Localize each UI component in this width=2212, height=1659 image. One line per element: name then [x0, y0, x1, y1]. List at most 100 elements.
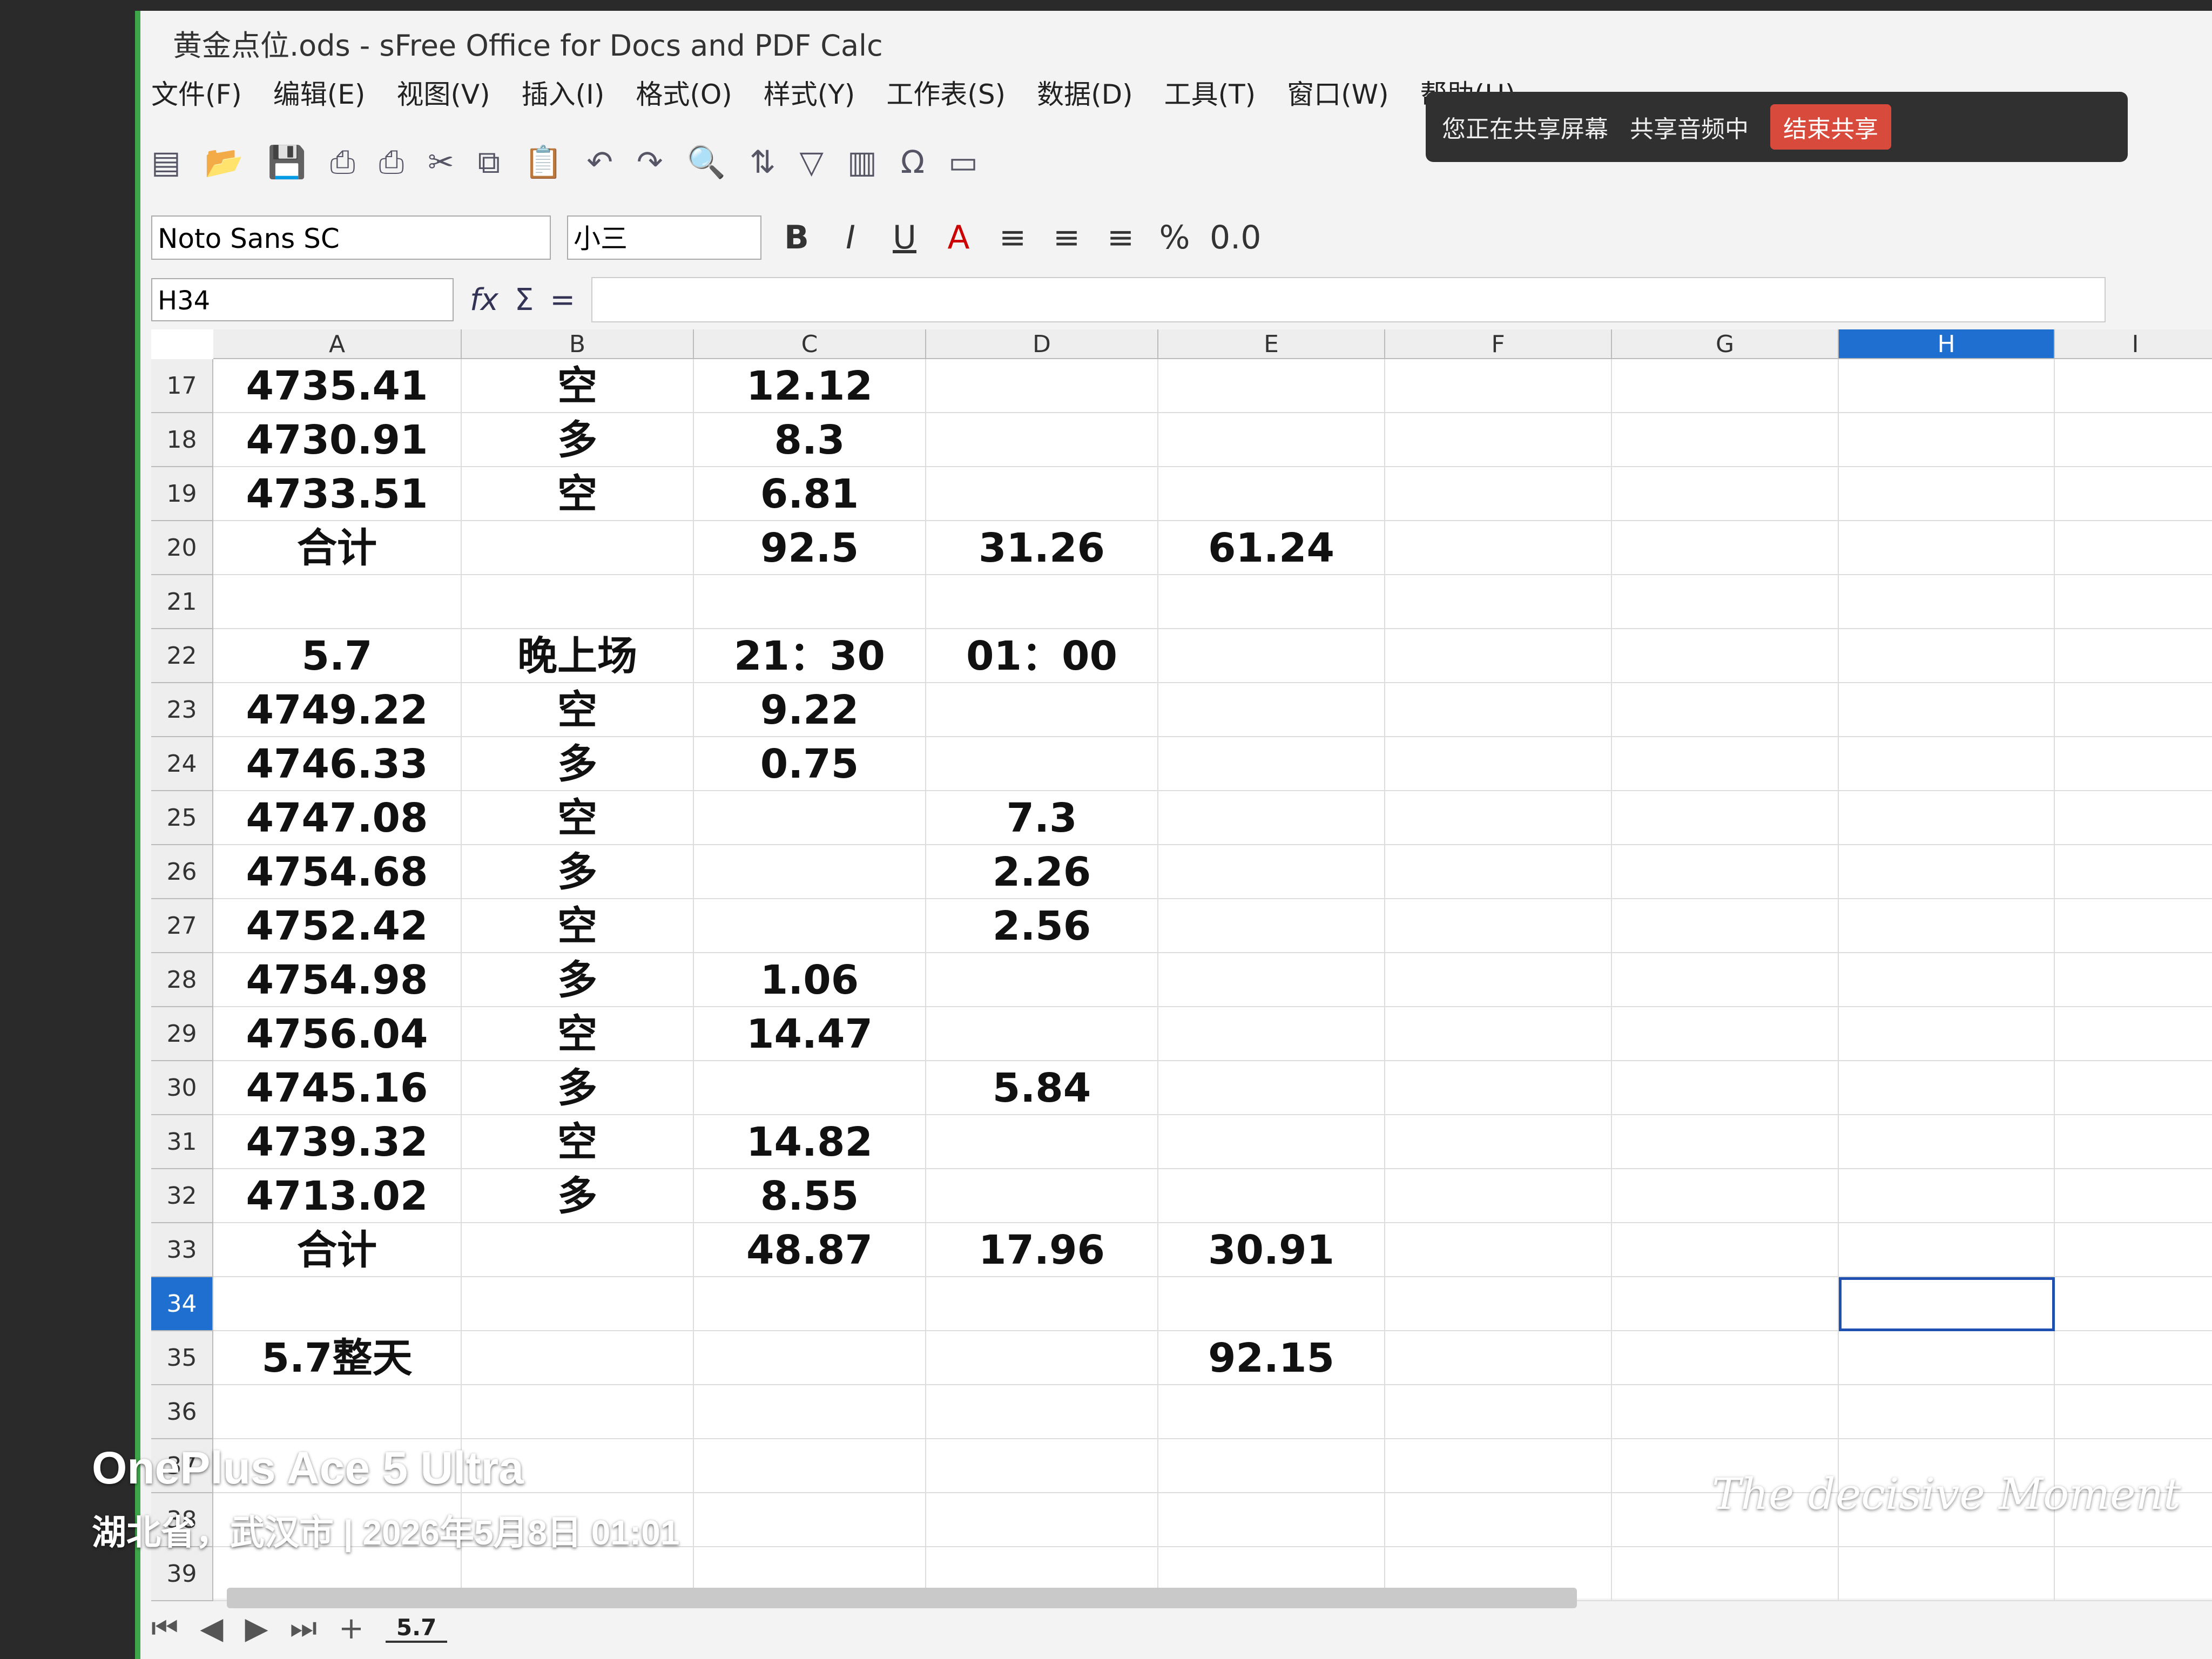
cell-b-21[interactable]: [462, 575, 694, 629]
cell-d-21[interactable]: [926, 575, 1158, 629]
cell-c-19[interactable]: 6.81: [694, 467, 926, 521]
end-share-button[interactable]: 结束共享: [1770, 104, 1891, 150]
cell-h-33[interactable]: [1839, 1223, 2055, 1277]
cell-a-30[interactable]: 4745.16: [213, 1061, 462, 1115]
cell-b-28[interactable]: 多: [462, 953, 694, 1007]
cell-h-18[interactable]: [1839, 413, 2055, 467]
cell-d-33[interactable]: 17.96: [926, 1223, 1158, 1277]
cell-d-18[interactable]: [926, 413, 1158, 467]
cell-d-26[interactable]: 2.26: [926, 845, 1158, 899]
menu-window[interactable]: 窗口(W): [1287, 73, 1388, 122]
cell-a-28[interactable]: 4754.98: [213, 953, 462, 1007]
column-header-d[interactable]: D: [926, 329, 1158, 359]
cell-h-22[interactable]: [1839, 629, 2055, 683]
cell-g-27[interactable]: [1612, 899, 1839, 953]
menu-format[interactable]: 格式(O): [636, 73, 732, 122]
cell-g-18[interactable]: [1612, 413, 1839, 467]
cell-c-37[interactable]: [694, 1439, 926, 1493]
cell-f-25[interactable]: [1385, 791, 1612, 845]
find-icon[interactable]: 🔍: [687, 144, 726, 181]
menu-data[interactable]: 数据(D): [1037, 73, 1133, 122]
cell-b-27[interactable]: 空: [462, 899, 694, 953]
cell-a-31[interactable]: 4739.32: [213, 1115, 462, 1169]
cell-i-32[interactable]: [2055, 1169, 2212, 1223]
cell-h-31[interactable]: [1839, 1115, 2055, 1169]
underline-button[interactable]: U: [886, 219, 923, 257]
cell-i-39[interactable]: [2055, 1547, 2212, 1601]
cell-a-33[interactable]: 合计: [213, 1223, 462, 1277]
cell-b-23[interactable]: 空: [462, 683, 694, 737]
cell-h-32[interactable]: [1839, 1169, 2055, 1223]
cell-e-17[interactable]: [1158, 359, 1385, 413]
column-header-a[interactable]: A: [213, 329, 462, 359]
cell-d-31[interactable]: [926, 1115, 1158, 1169]
formula-input[interactable]: [591, 277, 2106, 322]
cell-c-29[interactable]: 14.47: [694, 1007, 926, 1061]
row-header[interactable]: 19: [151, 467, 213, 521]
cell-a-34[interactable]: [213, 1277, 462, 1331]
cell-d-38[interactable]: [926, 1493, 1158, 1547]
cell-c-38[interactable]: [694, 1493, 926, 1547]
row-header[interactable]: 31: [151, 1115, 213, 1169]
cell-i-34[interactable]: [2055, 1277, 2212, 1331]
italic-button[interactable]: I: [832, 219, 869, 257]
cell-e-33[interactable]: 30.91: [1158, 1223, 1385, 1277]
cell-h-26[interactable]: [1839, 845, 2055, 899]
menu-styles[interactable]: 样式(Y): [764, 73, 855, 122]
cell-b-24[interactable]: 多: [462, 737, 694, 791]
name-box[interactable]: H34: [151, 278, 454, 321]
menu-view[interactable]: 视图(V): [396, 73, 490, 122]
cell-e-36[interactable]: [1158, 1385, 1385, 1439]
cell-e-23[interactable]: [1158, 683, 1385, 737]
cell-a-23[interactable]: 4749.22: [213, 683, 462, 737]
cell-c-34[interactable]: [694, 1277, 926, 1331]
cell-e-19[interactable]: [1158, 467, 1385, 521]
cell-g-21[interactable]: [1612, 575, 1839, 629]
chart-icon[interactable]: ▥: [847, 144, 877, 180]
cell-i-17[interactable]: [2055, 359, 2212, 413]
cell-c-21[interactable]: [694, 575, 926, 629]
row-header[interactable]: 32: [151, 1169, 213, 1223]
cell-g-20[interactable]: [1612, 521, 1839, 575]
cell-h-27[interactable]: [1839, 899, 2055, 953]
sum-icon[interactable]: Σ: [515, 282, 534, 318]
cell-a-29[interactable]: 4756.04: [213, 1007, 462, 1061]
cell-d-35[interactable]: [926, 1331, 1158, 1385]
equals-icon[interactable]: =: [550, 282, 575, 318]
row-header[interactable]: 22: [151, 629, 213, 683]
row-header[interactable]: 30: [151, 1061, 213, 1115]
copy-icon[interactable]: ⧉: [478, 144, 500, 181]
cell-b-17[interactable]: 空: [462, 359, 694, 413]
cell-c-24[interactable]: 0.75: [694, 737, 926, 791]
cell-e-38[interactable]: [1158, 1493, 1385, 1547]
cut-icon[interactable]: ✂: [428, 144, 454, 180]
filter-icon[interactable]: ▽: [799, 144, 824, 180]
cell-e-32[interactable]: [1158, 1169, 1385, 1223]
cell-d-17[interactable]: [926, 359, 1158, 413]
percent-button[interactable]: %: [1156, 219, 1193, 257]
cell-b-26[interactable]: 多: [462, 845, 694, 899]
cell-h-28[interactable]: [1839, 953, 2055, 1007]
next-sheet-icon[interactable]: ▶: [245, 1611, 268, 1646]
cell-b-30[interactable]: 多: [462, 1061, 694, 1115]
function-wizard-icon[interactable]: fx: [470, 282, 498, 318]
align-center-icon[interactable]: ≡: [1048, 219, 1085, 257]
cell-h-19[interactable]: [1839, 467, 2055, 521]
row-header[interactable]: 39: [151, 1547, 213, 1601]
row-header[interactable]: 25: [151, 791, 213, 845]
cell-g-29[interactable]: [1612, 1007, 1839, 1061]
cell-g-23[interactable]: [1612, 683, 1839, 737]
cell-b-31[interactable]: 空: [462, 1115, 694, 1169]
row-header[interactable]: 23: [151, 683, 213, 737]
cell-d-29[interactable]: [926, 1007, 1158, 1061]
cell-g-31[interactable]: [1612, 1115, 1839, 1169]
cell-d-32[interactable]: [926, 1169, 1158, 1223]
cell-a-36[interactable]: [213, 1385, 462, 1439]
cell-c-33[interactable]: 48.87: [694, 1223, 926, 1277]
redo-icon[interactable]: ↷: [637, 144, 663, 180]
cell-g-22[interactable]: [1612, 629, 1839, 683]
cell-f-26[interactable]: [1385, 845, 1612, 899]
cell-f-21[interactable]: [1385, 575, 1612, 629]
special-char-icon[interactable]: Ω: [901, 144, 925, 180]
cell-h-39[interactable]: [1839, 1547, 2055, 1601]
